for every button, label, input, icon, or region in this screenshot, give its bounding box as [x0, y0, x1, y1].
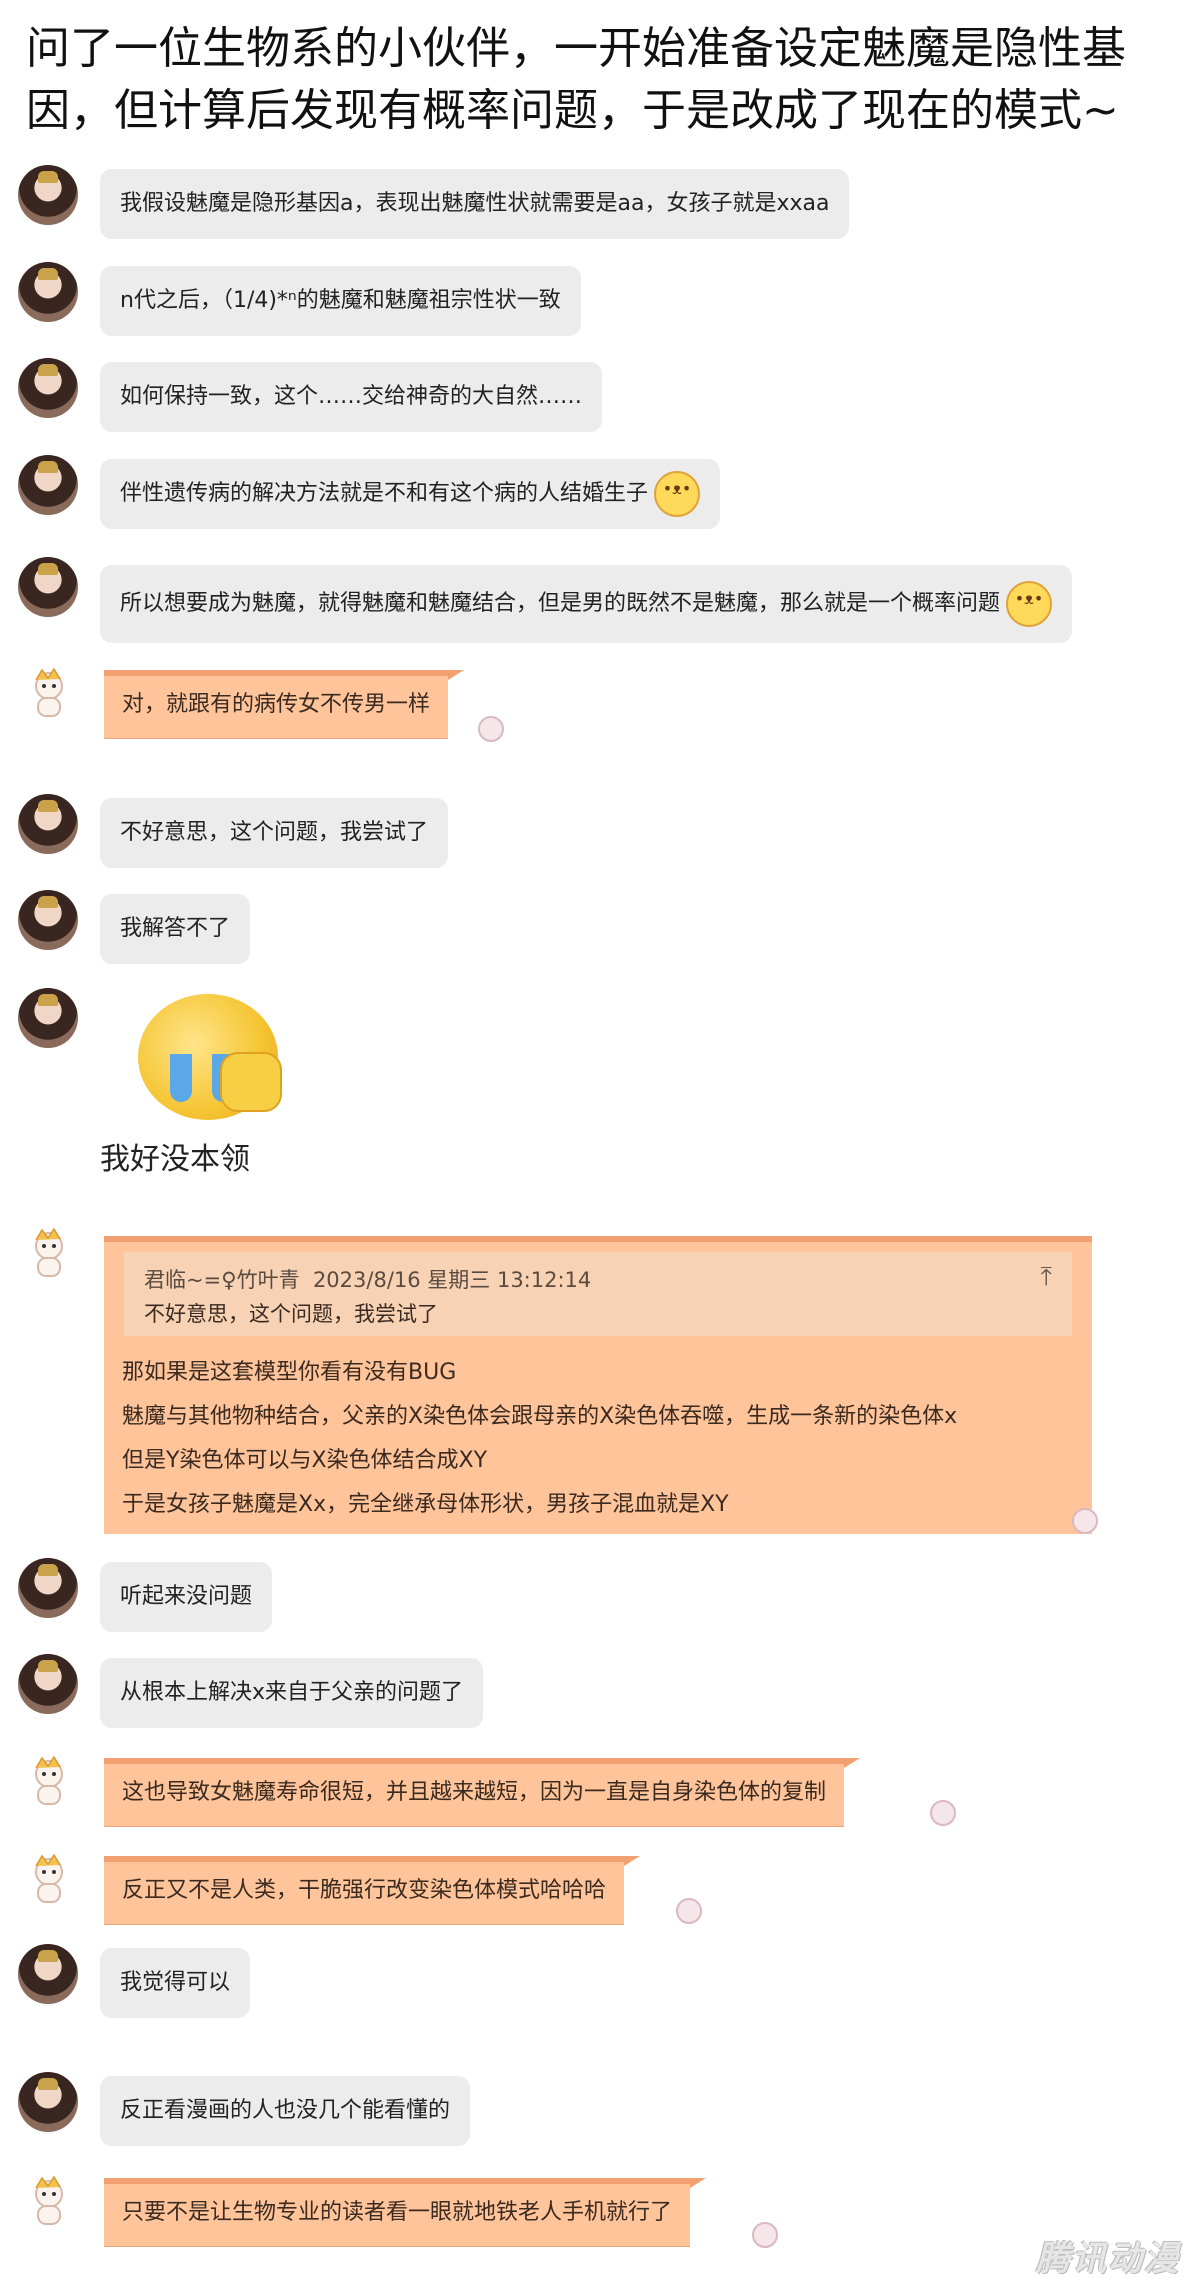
message-bubble: 我解答不了 — [100, 894, 251, 964]
message-bubble: 反正看漫画的人也没几个能看懂的 — [100, 2076, 471, 2146]
avatar[interactable] — [18, 890, 78, 950]
chibi-avatar-icon[interactable] — [26, 1226, 72, 1280]
caption-text: 问了一位生物系的小伙伴，一开始准备设定魅魔是隐性基因，但计算后发现有概率问题，于… — [26, 23, 1126, 136]
chat-message: 我假设魅魔是隐形基因a，表现出魅魔性状就需要是aa，女孩子就是xxaa — [0, 165, 1200, 245]
message-text: 反正又不是人类，干脆强行改变染色体模式哈哈哈 — [122, 1878, 607, 1903]
message-text: 对，就跟有的病传女不传男一样 — [122, 692, 431, 717]
avatar[interactable] — [18, 1944, 78, 2004]
message-bubble: 从根本上解决x来自于父亲的问题了 — [100, 1658, 484, 1728]
chat-message: 我觉得可以 — [0, 1944, 1200, 2024]
chibi-avatar-icon[interactable] — [26, 2174, 72, 2228]
chat-message: 不好意思，这个问题，我尝试了 — [0, 794, 1200, 874]
chat-message: 这也导致女魅魔寿命很短，并且越来越短，因为一直是自身染色体的复制 — [0, 1750, 1200, 1830]
message-bubble: 听起来没问题 — [100, 1562, 273, 1632]
bubble-tab — [844, 1758, 861, 1768]
chat-message: 所以想要成为魅魔，就得魅魔和魅魔结合，但是男的既然不是魅魔，那么就是一个概率问题 — [0, 557, 1200, 647]
quote-reply-bubble: 君临~=♀竹叶青 2023/8/16 星期三 13:12:14 不好意思，这个问… — [104, 1236, 1092, 1534]
message-bubble: 所以想要成为魅魔，就得魅魔和魅魔结合，但是男的既然不是魅魔，那么就是一个概率问题 — [100, 565, 1073, 643]
chat-message: 我解答不了 — [0, 890, 1200, 970]
chat-message: 对，就跟有的病传女不传男一样 — [0, 662, 1200, 752]
chibi-avatar-icon[interactable] — [26, 1852, 72, 1906]
message-bubble: 我觉得可以 — [100, 1948, 251, 2018]
chat-message: 从根本上解决x来自于父亲的问题了 — [0, 1654, 1200, 1734]
avatar[interactable] — [18, 1558, 78, 1618]
quote-time: 2023/8/16 星期三 13:12:14 — [312, 1268, 592, 1292]
chat-message: 只要不是让生物专业的读者看一眼就地铁老人手机就行了 — [0, 2170, 1200, 2260]
message-text: 这也导致女魅魔寿命很短，并且越来越短，因为一直是自身染色体的复制 — [122, 1780, 827, 1805]
cat-sticker-icon — [676, 1898, 702, 1924]
message-text: 伴性遗传病的解决方法就是不和有这个病的人结婚生子 — [120, 481, 649, 506]
avatar[interactable] — [18, 794, 78, 854]
cat-sticker-icon — [1072, 1508, 1098, 1534]
message-text: 只要不是让生物专业的读者看一眼就地铁老人手机就行了 — [122, 2200, 673, 2225]
quote-author: 君临~=♀竹叶青 — [144, 1268, 300, 1292]
chat-message: 反正看漫画的人也没几个能看懂的 — [0, 2072, 1200, 2152]
cat-sticker-icon — [478, 716, 504, 742]
avatar[interactable] — [18, 358, 78, 418]
message-bubble: 如何保持一致，这个……交给神奇的大自然…… — [100, 362, 603, 432]
quote-text: 不好意思，这个问题，我尝试了 — [144, 1302, 438, 1326]
crying-emoji-sticker[interactable]: 我好没本领 — [100, 994, 290, 1184]
chat-message: 听起来没问题 — [0, 1558, 1200, 1638]
bubble-tab — [448, 670, 465, 680]
chat-message: n代之后，（1/4)*ⁿ的魅魔和魅魔祖宗性状一致 — [0, 262, 1200, 342]
message-line: 那如果是这套模型你看有没有BUG — [122, 1360, 457, 1385]
dog-face-icon — [654, 471, 701, 517]
dog-face-icon — [1006, 581, 1053, 627]
bubble-tab — [624, 1856, 641, 1866]
chibi-avatar-icon[interactable] — [26, 1754, 72, 1808]
avatar[interactable] — [18, 262, 78, 322]
avatar[interactable] — [18, 455, 78, 515]
message-bubble: 这也导致女魅魔寿命很短，并且越来越短，因为一直是自身染色体的复制 — [104, 1758, 861, 1826]
message-line: 于是女孩子魅魔是Xx，完全继承母体形状，男孩子混血就是XY — [122, 1492, 729, 1517]
quoted-message[interactable]: 君临~=♀竹叶青 2023/8/16 星期三 13:12:14 不好意思，这个问… — [124, 1252, 1072, 1336]
avatar[interactable] — [18, 2072, 78, 2132]
fist-icon — [220, 1052, 282, 1112]
chibi-avatar-icon[interactable] — [26, 666, 72, 720]
tear-icon — [170, 1054, 192, 1102]
message-bubble: 不好意思，这个问题，我尝试了 — [100, 798, 449, 868]
sticker-caption: 我好没本领 — [100, 1142, 250, 1177]
chat-message: 反正又不是人类，干脆强行改变染色体模式哈哈哈 — [0, 1848, 1200, 1928]
cat-sticker-icon — [752, 2222, 778, 2248]
bubble-tab — [690, 2178, 707, 2188]
message-bubble: 反正又不是人类，干脆强行改变染色体模式哈哈哈 — [104, 1856, 641, 1924]
avatar[interactable] — [18, 165, 78, 225]
chat-message: 伴性遗传病的解决方法就是不和有这个病的人结婚生子 — [0, 455, 1200, 535]
quote-header: 君临~=♀竹叶青 2023/8/16 星期三 13:12:14 — [144, 1264, 591, 1294]
watermark-logo: 腾讯动漫 — [1036, 2239, 1180, 2279]
message-bubble: 我假设魅魔是隐形基因a，表现出魅魔性状就需要是aa，女孩子就是xxaa — [100, 169, 850, 239]
message-bubble: 对，就跟有的病传女不传男一样 — [104, 670, 465, 738]
message-bubble: n代之后，（1/4)*ⁿ的魅魔和魅魔祖宗性状一致 — [100, 266, 581, 336]
jump-to-original-icon[interactable]: ⤒ — [1041, 1262, 1053, 1293]
message-bubble: 只要不是让生物专业的读者看一眼就地铁老人手机就行了 — [104, 2178, 707, 2246]
cat-sticker-icon — [930, 1800, 956, 1826]
message-line: 魅魔与其他物种结合，父亲的X染色体会跟母亲的X染色体吞噬，生成一条新的染色体x — [122, 1404, 958, 1429]
avatar[interactable] — [18, 557, 78, 617]
message-text: 所以想要成为魅魔，就得魅魔和魅魔结合，但是男的既然不是魅魔，那么就是一个概率问题 — [120, 591, 1001, 616]
message-line: 但是Y染色体可以与X染色体结合成XY — [122, 1448, 488, 1473]
avatar[interactable] — [18, 1654, 78, 1714]
chat-message: 我好没本领 — [0, 988, 1200, 1188]
message-bubble: 伴性遗传病的解决方法就是不和有这个病的人结婚生子 — [100, 459, 721, 529]
chat-message: 如何保持一致，这个……交给神奇的大自然…… — [0, 358, 1200, 438]
avatar[interactable] — [18, 988, 78, 1048]
